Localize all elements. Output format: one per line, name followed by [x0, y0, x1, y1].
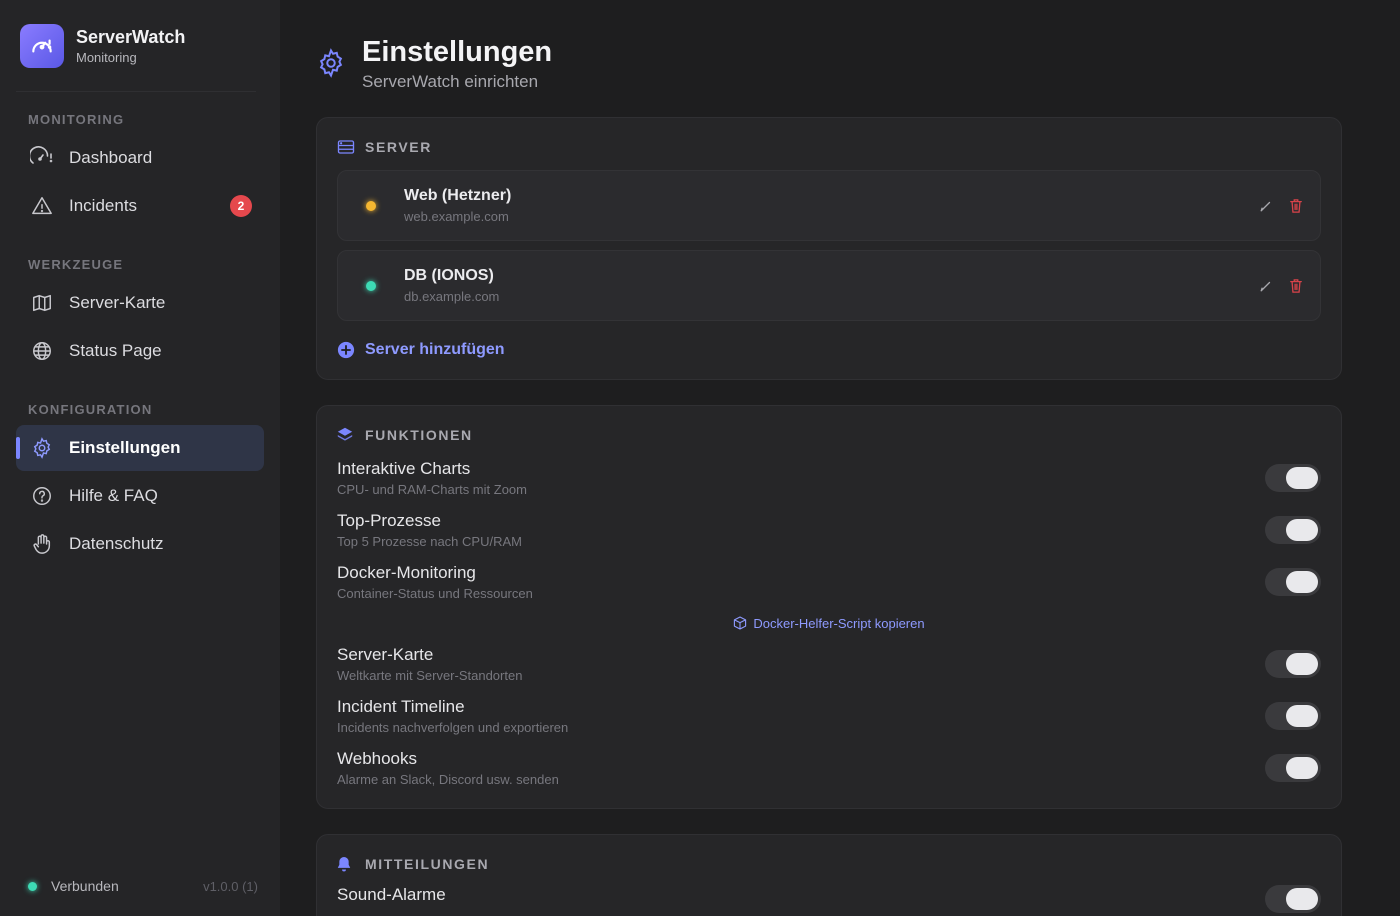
add-server-label: Server hinzufügen	[365, 341, 505, 358]
server-card-header: SERVER	[337, 138, 1321, 156]
feature-row: Top-Prozesse Top 5 Prozesse nach CPU/RAM	[337, 504, 1321, 556]
server-status-dot	[366, 200, 376, 211]
bell-icon	[337, 855, 355, 873]
nav-section-monitoring: MONITORING	[28, 112, 125, 127]
app-logo-icon	[20, 23, 64, 68]
main-content: Einstellungen ServerWatch einrichten SER…	[280, 0, 1400, 916]
feature-toggle[interactable]	[1265, 516, 1321, 544]
sidebar-item-dashboard[interactable]: Dashboard	[16, 135, 264, 181]
gear-icon	[316, 48, 346, 78]
feature-name: Interaktive Charts	[337, 459, 471, 478]
app-name: ServerWatch	[76, 26, 186, 47]
feature-name: Top-Prozesse	[337, 511, 441, 530]
feature-row: Incident Timeline Incidents nachverfolge…	[337, 690, 1321, 742]
feature-row: Sound-Alarme	[337, 881, 1321, 916]
sidebar-item-label: Server-Karte	[69, 293, 166, 312]
docker-helper-label: Docker-Helfer-Script kopieren	[753, 615, 925, 631]
app-root: ServerWatch Monitoring MONITORING Dashbo…	[0, 0, 1400, 916]
app-version: v1.0.0 (1)	[203, 878, 258, 894]
feature-row: Docker-Monitoring Container-Status und R…	[337, 556, 1321, 608]
page-header: Einstellungen ServerWatch einrichten	[316, 0, 1342, 117]
edit-icon[interactable]	[1258, 198, 1274, 214]
server-name: Web (Hetzner)	[404, 187, 512, 204]
connection-status-dot	[28, 881, 37, 891]
notifications-card: MITTEILUNGEN Sound-Alarme	[316, 834, 1342, 916]
feature-desc: Top 5 Prozesse nach CPU/RAM	[337, 534, 522, 549]
feature-toggle[interactable]	[1265, 568, 1321, 596]
sidebar-item-incidents[interactable]: Incidents 2	[16, 183, 264, 229]
globe-icon	[30, 339, 54, 363]
sidebar-item-label: Status Page	[69, 341, 162, 360]
sidebar-item-status-page[interactable]: Status Page	[16, 328, 264, 374]
feature-desc: Weltkarte mit Server-Standorten	[337, 668, 523, 683]
sidebar-item-datenschutz[interactable]: Datenschutz	[16, 521, 264, 567]
feature-row: Webhooks Alarme an Slack, Discord usw. s…	[337, 742, 1321, 794]
feature-name: Docker-Monitoring	[337, 563, 476, 582]
feature-desc: Incidents nachverfolgen und exportieren	[337, 720, 569, 735]
server-host: web.example.com	[404, 209, 509, 224]
hand-icon	[30, 532, 54, 556]
docker-helper-link[interactable]: Docker-Helfer-Script kopieren	[337, 608, 1321, 638]
feature-row: Server-Karte Weltkarte mit Server-Stando…	[337, 638, 1321, 690]
add-server-button[interactable]: Server hinzufügen	[337, 341, 1321, 359]
feature-toggle[interactable]	[1265, 754, 1321, 782]
sidebar-item-label: Einstellungen	[69, 438, 181, 457]
feature-name: Server-Karte	[337, 645, 434, 664]
feature-name: Sound-Alarme	[337, 885, 446, 904]
sidebar-item-server-karte[interactable]: Server-Karte	[16, 280, 264, 326]
brand: ServerWatch Monitoring	[16, 0, 256, 92]
server-row[interactable]: DB (IONOS) db.example.com	[337, 250, 1321, 321]
gear-icon	[30, 436, 54, 460]
sidebar-footer: Verbunden v1.0.0 (1)	[28, 878, 258, 894]
sidebar-item-einstellungen[interactable]: Einstellungen	[16, 425, 264, 471]
connection-status: Verbunden	[51, 878, 119, 894]
feature-name: Incident Timeline	[337, 697, 465, 716]
nav-section-werkzeuge: WERKZEUGE	[28, 257, 124, 272]
gauge-icon	[30, 146, 54, 170]
server-row[interactable]: Web (Hetzner) web.example.com	[337, 170, 1321, 241]
feature-toggle[interactable]	[1265, 702, 1321, 730]
server-card-title: SERVER	[365, 139, 432, 155]
sidebar-item-label: Incidents	[69, 196, 138, 215]
server-name: DB (IONOS)	[404, 267, 494, 284]
server-card: SERVER Web (Hetzner) web.example.com DB …	[316, 117, 1342, 380]
server-status-dot	[366, 280, 376, 291]
sidebar: ServerWatch Monitoring MONITORING Dashbo…	[0, 0, 280, 916]
delete-icon[interactable]	[1288, 198, 1304, 214]
box-icon	[733, 616, 747, 630]
sidebar-item-label: Hilfe & FAQ	[69, 486, 158, 505]
notifications-card-title: MITTEILUNGEN	[365, 856, 490, 872]
feature-desc: CPU- und RAM-Charts mit Zoom	[337, 482, 527, 497]
incident-count-badge: 2	[230, 195, 252, 217]
page-subtitle: ServerWatch einrichten	[362, 72, 539, 91]
warning-icon	[30, 194, 54, 218]
feature-toggle[interactable]	[1265, 464, 1321, 492]
feature-desc: Alarme an Slack, Discord usw. senden	[337, 772, 559, 787]
feature-toggle[interactable]	[1265, 885, 1321, 913]
edit-icon[interactable]	[1258, 278, 1274, 294]
layers-icon	[337, 426, 355, 444]
feature-toggle[interactable]	[1265, 650, 1321, 678]
sidebar-item-label: Datenschutz	[69, 534, 164, 553]
help-icon	[30, 484, 54, 508]
plus-circle-icon	[337, 341, 355, 359]
notifications-card-header: MITTEILUNGEN	[337, 855, 1321, 873]
feature-desc: Container-Status und Ressourcen	[337, 586, 533, 601]
features-card-title: FUNKTIONEN	[365, 427, 473, 443]
server-icon	[337, 138, 355, 156]
features-card-header: FUNKTIONEN	[337, 426, 1321, 444]
delete-icon[interactable]	[1288, 278, 1304, 294]
features-card: FUNKTIONEN Interaktive Charts CPU- und R…	[316, 405, 1342, 809]
server-host: db.example.com	[404, 289, 500, 304]
sidebar-item-hilfe[interactable]: Hilfe & FAQ	[16, 473, 264, 519]
nav-section-konfiguration: KONFIGURATION	[28, 402, 153, 417]
feature-row: Interaktive Charts CPU- und RAM-Charts m…	[337, 452, 1321, 504]
app-subtitle: Monitoring	[76, 49, 137, 65]
page-title: Einstellungen	[362, 36, 553, 68]
sidebar-item-label: Dashboard	[69, 148, 153, 167]
map-icon	[30, 291, 54, 315]
feature-name: Webhooks	[337, 749, 418, 768]
